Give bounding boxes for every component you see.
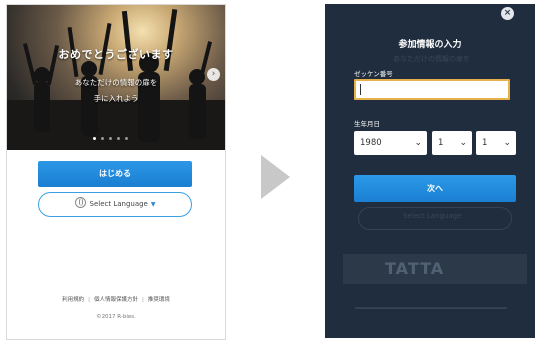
close-icon[interactable]: × — [501, 7, 514, 20]
entry-info-modal: あなただけの情報の扉を Select Language TATTA × 参加情報… — [325, 4, 535, 338]
chevron-down-icon: ⌄ — [414, 138, 422, 148]
chevron-down-icon: ⌄ — [459, 138, 467, 148]
footer-link-terms[interactable]: 利用規約 — [62, 297, 84, 303]
birthdate-label: 生年月日 — [354, 120, 380, 128]
birth-month-select[interactable]: 1 ⌄ — [432, 131, 472, 155]
ghost-divider — [355, 307, 507, 309]
footer-link-environment[interactable]: 推奨環境 — [148, 297, 170, 303]
carousel-dot[interactable] — [109, 137, 112, 140]
bib-number-label: ゼッケン番号 — [354, 70, 393, 78]
select-language-button[interactable]: Select Language ▼ — [38, 192, 192, 217]
carousel-dot[interactable] — [93, 137, 96, 140]
carousel-dot[interactable] — [101, 137, 104, 140]
footer-links: 利用規約 | 個人情報保護方針 | 推奨環境 — [62, 297, 170, 303]
start-button[interactable]: はじめる — [38, 161, 192, 187]
bib-number-input[interactable] — [354, 79, 510, 100]
ghost-logo: TATTA — [385, 259, 445, 278]
select-language-label: Select Language — [89, 200, 148, 208]
hero-subtitle: あなただけの情報の扉を 手に入れよう — [7, 75, 225, 107]
birth-day-select[interactable]: 1 ⌄ — [476, 131, 516, 155]
next-button[interactable]: 次へ — [354, 175, 516, 202]
hero-title: おめでとうございます — [58, 48, 174, 61]
hero-subtitle-line1: あなただけの情報の扉を — [74, 78, 158, 87]
welcome-screen: おめでとうございます あなただけの情報の扉を 手に入れよう › はじめる Sel… — [6, 4, 226, 340]
modal-title: 参加情報の入力 — [398, 40, 462, 50]
footer-link-privacy[interactable]: 個人情報保護方針 — [94, 297, 138, 303]
birth-month-value: 1 — [438, 138, 444, 148]
birth-year-value: 1980 — [360, 138, 382, 148]
carousel-dots — [93, 137, 128, 140]
hero-carousel[interactable]: おめでとうございます あなただけの情報の扉を 手に入れよう › — [7, 5, 225, 150]
caret-down-icon: ▼ — [150, 201, 156, 208]
birth-year-select[interactable]: 1980 ⌄ — [354, 131, 427, 155]
carousel-dot[interactable] — [117, 137, 120, 140]
ghost-subtitle: あなただけの情報の扉を — [393, 55, 470, 63]
text-cursor — [360, 84, 361, 95]
chevron-down-icon: ⌄ — [503, 138, 511, 148]
carousel-next-icon[interactable]: › — [207, 68, 220, 81]
hero-subtitle-line2: 手に入れよう — [93, 94, 139, 103]
transition-arrow-icon — [261, 155, 290, 199]
globe-icon — [74, 197, 86, 208]
ghost-language-label: Select Language — [403, 212, 462, 220]
birth-day-value: 1 — [482, 138, 488, 148]
copyright: ©2017 R-bies. — [96, 314, 136, 320]
carousel-dot[interactable] — [125, 137, 128, 140]
